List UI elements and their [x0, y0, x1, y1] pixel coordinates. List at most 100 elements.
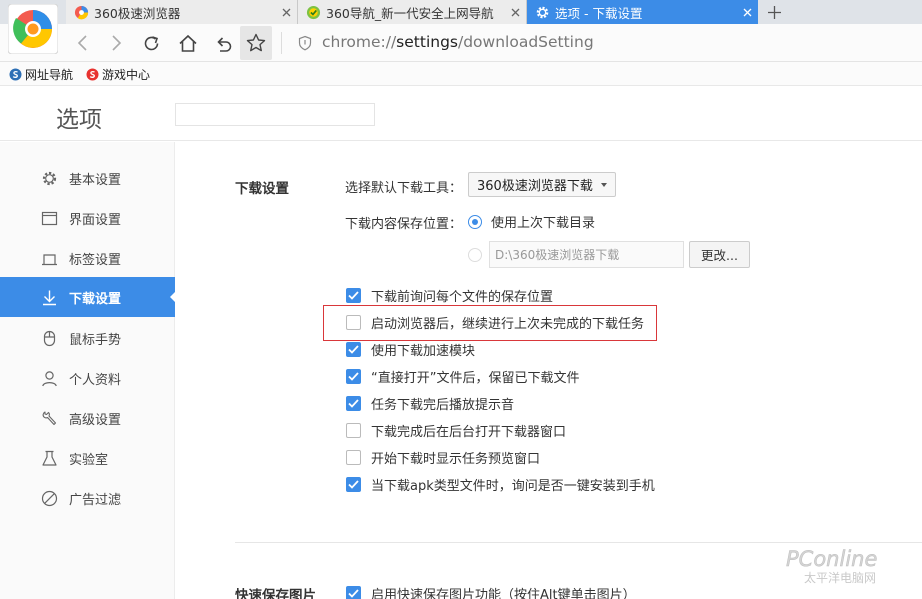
option-ask-save-location[interactable]: 下载前询问每个文件的保存位置 — [346, 285, 553, 305]
option-label: 任务下载完后播放提示音 — [371, 397, 515, 413]
section-title-image-save: 快速保存图片 — [235, 588, 316, 599]
check-icon — [348, 344, 359, 354]
close-icon — [511, 8, 519, 16]
tab-close-button[interactable] — [504, 0, 526, 24]
reload-button[interactable] — [138, 30, 164, 56]
option-label: 当下载apk类型文件时，询问是否一键安装到手机 — [371, 478, 655, 494]
checkbox[interactable] — [346, 585, 361, 599]
tab-close-button[interactable] — [275, 0, 297, 24]
360-nav-icon — [306, 5, 321, 19]
option-apk-install-phone[interactable]: 当下载apk类型文件时，询问是否一键安装到手机 — [346, 474, 655, 494]
flask-icon — [42, 450, 57, 466]
tab-title: 360导航_新一代安全上网导航 — [326, 5, 494, 21]
address-bar[interactable]: chrome://settings/downloadSetting — [322, 33, 594, 51]
sidebar-item-profile[interactable]: 个人资料 — [0, 358, 175, 398]
chevron-down-icon — [600, 183, 607, 187]
settings-search-input[interactable] — [175, 103, 375, 126]
checkbox[interactable] — [346, 449, 361, 465]
option-keep-opened-file[interactable]: “直接打开”文件后，保留已下载文件 — [346, 366, 579, 386]
settings-main: 下载设置 选择默认下载工具： 360极速浏览器下载 下载内容保存位置： 使用上次… — [176, 142, 922, 599]
change-path-button[interactable]: 更改... — [689, 241, 750, 268]
download-tool-select[interactable]: 360极速浏览器下载 — [468, 172, 616, 197]
sidebar-item-tabs[interactable]: 标签设置 — [0, 238, 175, 278]
window-icon — [41, 211, 58, 225]
close-icon — [743, 8, 751, 16]
page-title: 选项 — [56, 107, 102, 133]
option-show-task-preview[interactable]: 开始下载时显示任务预览窗口 — [346, 447, 540, 467]
option-label: 下载完成后在后台打开下载器窗口 — [371, 424, 567, 440]
tab-360-nav[interactable]: 360导航_新一代安全上网导航 — [298, 0, 527, 24]
radio-custom-directory[interactable] — [468, 248, 482, 262]
bookmark-site-nav[interactable]: 网址导航 — [9, 66, 73, 83]
option-label: “直接打开”文件后，保留已下载文件 — [371, 370, 580, 386]
undo-close-tab-button[interactable] — [210, 30, 236, 56]
tab-download-settings[interactable]: 选项 - 下载设置 — [527, 0, 758, 24]
checkbox[interactable] — [346, 395, 361, 411]
sidebar-item-label: 广告过滤 — [69, 492, 122, 508]
sidebar-item-advanced[interactable]: 高级设置 — [0, 398, 175, 438]
tab-title: 360极速浏览器 — [94, 5, 181, 21]
settings-sidebar: 基本设置 界面设置 标签设置 下载设置 鼠标手势 个人资料 高级设置 实验室 广… — [0, 142, 176, 599]
url-path: /downloadSetting — [457, 33, 594, 51]
bookmark-game-center[interactable]: 游戏中心 — [86, 66, 150, 83]
download-path-field[interactable]: D:\360极速浏览器下载 — [489, 241, 684, 268]
radio-last-directory[interactable] — [468, 215, 482, 229]
pconline-watermark: PConline 太平洋电脑网 — [786, 547, 878, 585]
download-icon — [43, 290, 56, 305]
favorite-button[interactable] — [240, 26, 272, 60]
sidebar-item-lab[interactable]: 实验室 — [0, 438, 175, 478]
sidebar-item-interface[interactable]: 界面设置 — [0, 198, 175, 238]
watermark-tagline: 太平洋电脑网 — [804, 570, 876, 585]
settings-header: 选项 — [0, 86, 922, 141]
tab-icon — [42, 253, 57, 265]
save-location-label: 下载内容保存位置： — [345, 217, 463, 232]
game-center-icon — [86, 68, 99, 81]
chevron-left-icon — [77, 35, 87, 51]
checkbox[interactable] — [346, 368, 361, 384]
sidebar-item-download[interactable]: 下载设置 — [0, 277, 176, 317]
option-label: 启用快速保存图片功能（按住Alt键单击图片） — [371, 587, 636, 599]
chrome-360-icon — [74, 5, 89, 19]
browser-logo[interactable] — [7, 3, 59, 55]
tab-close-button[interactable] — [736, 0, 758, 24]
forward-button[interactable] — [103, 30, 129, 56]
reload-icon — [144, 35, 158, 50]
sidebar-item-label: 标签设置 — [69, 252, 122, 268]
back-button[interactable] — [70, 30, 96, 56]
sidebar-item-ad-filter[interactable]: 广告过滤 — [0, 478, 175, 518]
sidebar-item-label: 实验室 — [69, 452, 109, 468]
sidebar-item-label: 下载设置 — [69, 291, 122, 307]
sidebar-item-label: 鼠标手势 — [69, 332, 122, 348]
toolbar: chrome://settings/downloadSetting — [0, 24, 922, 62]
url-host: settings — [396, 33, 458, 51]
sidebar-item-label: 基本设置 — [69, 172, 122, 188]
sidebar-item-mouse-gesture[interactable]: 鼠标手势 — [0, 318, 175, 358]
bookmark-label: 网址导航 — [25, 68, 74, 82]
option-play-sound[interactable]: 任务下载完后播放提示音 — [346, 393, 514, 413]
sidebar-item-label: 界面设置 — [69, 212, 122, 228]
undo-icon — [216, 36, 231, 52]
option-label: 开始下载时显示任务预览窗口 — [371, 451, 541, 467]
shield-icon[interactable] — [297, 35, 313, 51]
home-icon — [179, 34, 197, 52]
checkbox[interactable] — [346, 422, 361, 438]
tab-browser-home[interactable]: 360极速浏览器 — [66, 0, 298, 24]
search-s-icon — [9, 68, 22, 81]
home-button[interactable] — [175, 30, 201, 56]
sidebar-item-basic[interactable]: 基本设置 — [0, 158, 175, 198]
radio-last-directory-label: 使用上次下载目录 — [491, 216, 596, 231]
watermark-brand: PConline — [786, 547, 877, 571]
checkbox[interactable] — [346, 476, 361, 492]
checkbox[interactable] — [346, 287, 361, 303]
star-icon — [246, 33, 266, 52]
check-icon — [348, 371, 359, 381]
mouse-icon — [43, 330, 56, 346]
checkbox[interactable] — [346, 341, 361, 357]
option-open-downloader-background[interactable]: 下载完成后在后台打开下载器窗口 — [346, 420, 566, 440]
option-quick-save-image[interactable]: 启用快速保存图片功能（按住Alt键单击图片） — [346, 583, 636, 599]
option-download-acceleration[interactable]: 使用下载加速模块 — [346, 339, 475, 359]
new-tab-button[interactable] — [763, 0, 785, 24]
check-icon — [348, 290, 359, 300]
url-scheme: chrome:// — [322, 33, 397, 51]
option-label: 使用下载加速模块 — [371, 343, 476, 359]
